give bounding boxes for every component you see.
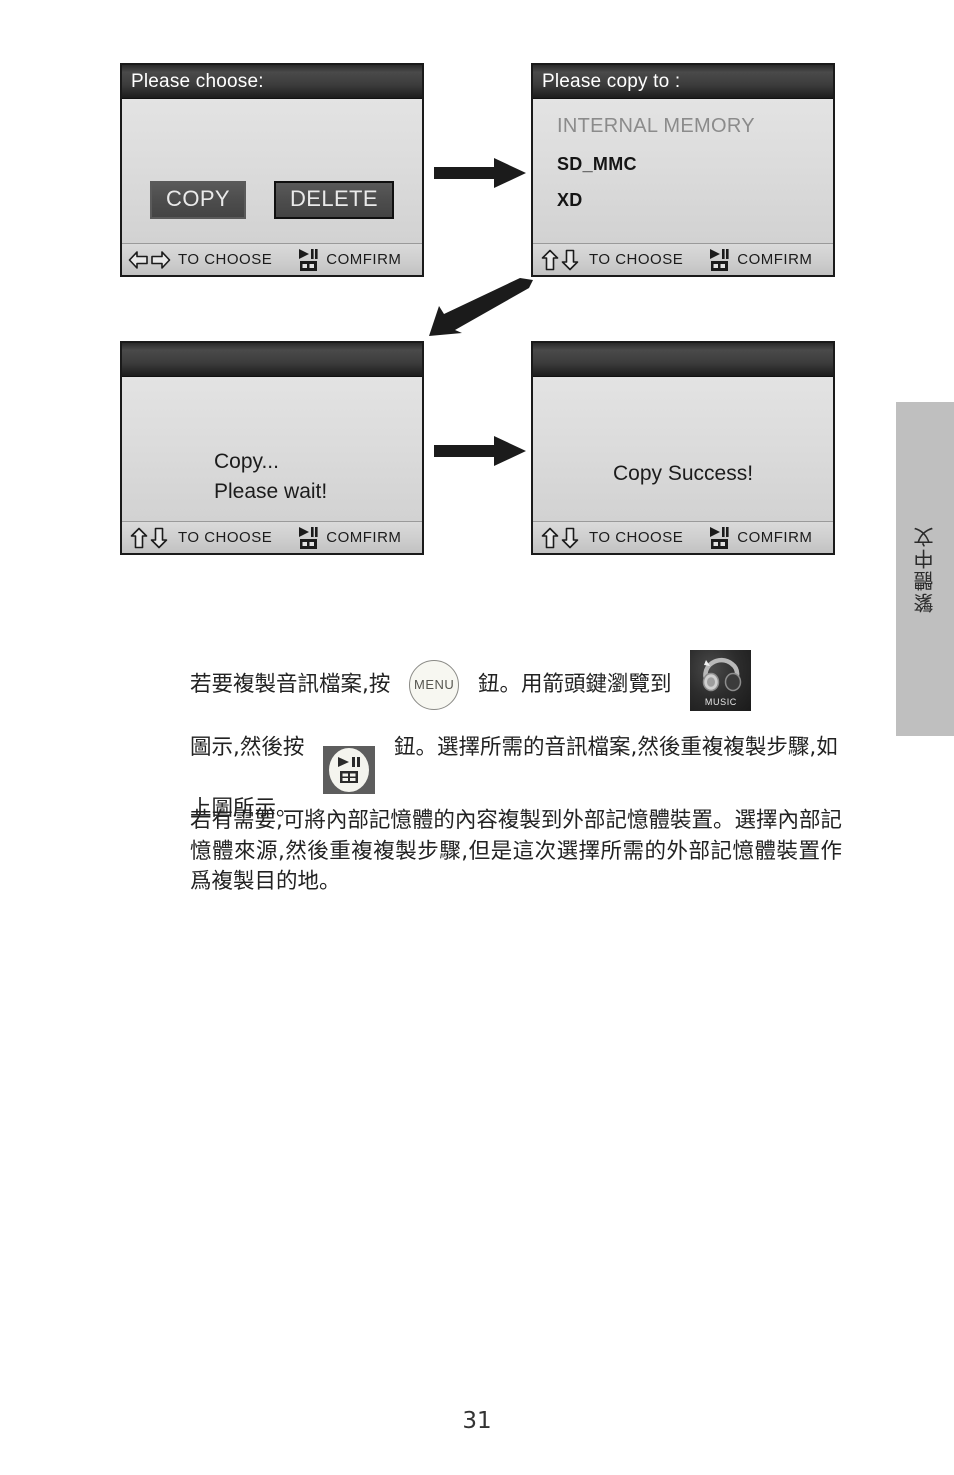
list-item[interactable]: XD	[557, 188, 823, 212]
lcd-body: Copy Success!	[533, 377, 833, 521]
instruction-paragraph-2: 若有需要,可將內部記憶體的內容複製到外部記憶體裝置。選擇內部記憶體來源,然後重複…	[190, 808, 842, 895]
footer-nav-hint: TO CHOOSE	[128, 527, 272, 549]
status-message-line1: Copy...	[214, 450, 279, 473]
lcd-titlebar	[122, 343, 422, 377]
page-number: 31	[462, 1408, 492, 1434]
up-down-arrows-icon	[539, 527, 583, 549]
lcd-titlebar: Please choose:	[122, 65, 422, 99]
lcd-screen-copying: Copy... Please wait! TO CHOOSE COMFIRM	[120, 341, 424, 555]
footer-nav-hint: TO CHOOSE	[128, 250, 272, 270]
para1-segment-2: 鈕。用箭頭鍵瀏覽到	[478, 672, 672, 697]
lcd-footer: TO CHOOSE COMFIRM	[122, 521, 422, 553]
language-tab-label: 繁體中文	[913, 525, 937, 613]
list-item[interactable]: INTERNAL MEMORY	[557, 113, 823, 140]
lcd-title: Please copy to :	[542, 71, 681, 92]
instruction-paragraph-1: 若要複製音訊檔案,按 MENU 鈕。用箭頭鍵瀏覽到 MUSIC 圖示,然後按 鈕…	[190, 650, 842, 825]
para1-segment-3: 圖示,然後按	[190, 735, 305, 760]
lcd-titlebar	[533, 343, 833, 377]
play-pause-glyph	[338, 757, 361, 767]
lcd-footer: TO CHOOSE COMFIRM	[533, 243, 833, 275]
footer-nav-label: TO CHOOSE	[178, 251, 273, 268]
footer-nav-label: TO CHOOSE	[178, 529, 273, 546]
music-tile-icon: MUSIC	[690, 650, 752, 711]
footer-confirm-label: COMFIRM	[326, 251, 402, 268]
lcd-body: Copy... Please wait!	[122, 377, 422, 521]
lcd-screen-please-copy-to: Please copy to : INTERNAL MEMORY SD_MMC …	[531, 63, 835, 277]
footer-confirm-label: COMFIRM	[326, 529, 402, 546]
lcd-body: COPY DELETE	[122, 99, 422, 243]
footer-confirm-hint: COMFIRM	[298, 526, 401, 550]
lcd-body: INTERNAL MEMORY SD_MMC XD	[533, 99, 833, 243]
language-tab: 繁體中文	[896, 402, 954, 736]
play-pause-menu-icon	[709, 248, 731, 272]
flow-arrow-right-top	[434, 152, 528, 194]
status-message: Copy... Please wait!	[122, 447, 422, 508]
status-message-line2: Please wait!	[214, 480, 328, 504]
status-message: Copy Success!	[533, 459, 833, 489]
play-pause-menu-icon	[298, 526, 320, 550]
menu-button-icon: MENU	[409, 660, 460, 710]
lcd-title: Please choose:	[131, 71, 264, 92]
footer-confirm-hint: COMFIRM	[709, 526, 812, 550]
choice-button-row: COPY DELETE	[122, 181, 422, 220]
lcd-screen-please-choose: Please choose: COPY DELETE TO CHOOSE COM…	[120, 63, 424, 277]
menu-grid-glyph	[340, 771, 359, 783]
footer-nav-label: TO CHOOSE	[589, 251, 684, 268]
lcd-titlebar: Please copy to :	[533, 65, 833, 99]
flow-arrow-right-bottom	[434, 430, 528, 472]
footer-nav-label: TO CHOOSE	[589, 529, 684, 546]
footer-confirm-hint: COMFIRM	[298, 248, 401, 272]
footer-confirm-hint: COMFIRM	[709, 248, 812, 272]
para1-segment-1: 若要複製音訊檔案,按	[190, 672, 391, 697]
copy-button[interactable]: COPY	[150, 181, 246, 220]
delete-button[interactable]: DELETE	[273, 181, 394, 220]
up-down-arrows-icon	[539, 249, 583, 271]
flow-arrow-diagonal	[425, 278, 537, 340]
status-message-line1: Copy Success!	[612, 462, 754, 485]
play-pause-button-inner	[329, 748, 370, 792]
destination-list: INTERNAL MEMORY SD_MMC XD	[557, 113, 823, 225]
footer-confirm-label: COMFIRM	[737, 251, 813, 268]
footer-nav-hint: TO CHOOSE	[539, 249, 683, 271]
left-right-arrows-icon	[128, 250, 172, 270]
lcd-footer: TO CHOOSE COMFIRM	[533, 521, 833, 553]
lcd-footer: TO CHOOSE COMFIRM	[122, 243, 422, 275]
menu-button-label: MENU	[414, 676, 455, 692]
footer-nav-hint: TO CHOOSE	[539, 527, 683, 549]
headphones-icon	[698, 654, 744, 704]
up-down-arrows-icon	[128, 527, 172, 549]
play-pause-menu-icon	[709, 526, 731, 550]
footer-confirm-label: COMFIRM	[737, 529, 813, 546]
play-pause-menu-icon	[298, 248, 320, 272]
play-pause-button-icon	[323, 746, 376, 794]
lcd-screen-copy-success: Copy Success! TO CHOOSE COMFIRM	[531, 341, 835, 555]
list-item[interactable]: SD_MMC	[557, 152, 823, 176]
